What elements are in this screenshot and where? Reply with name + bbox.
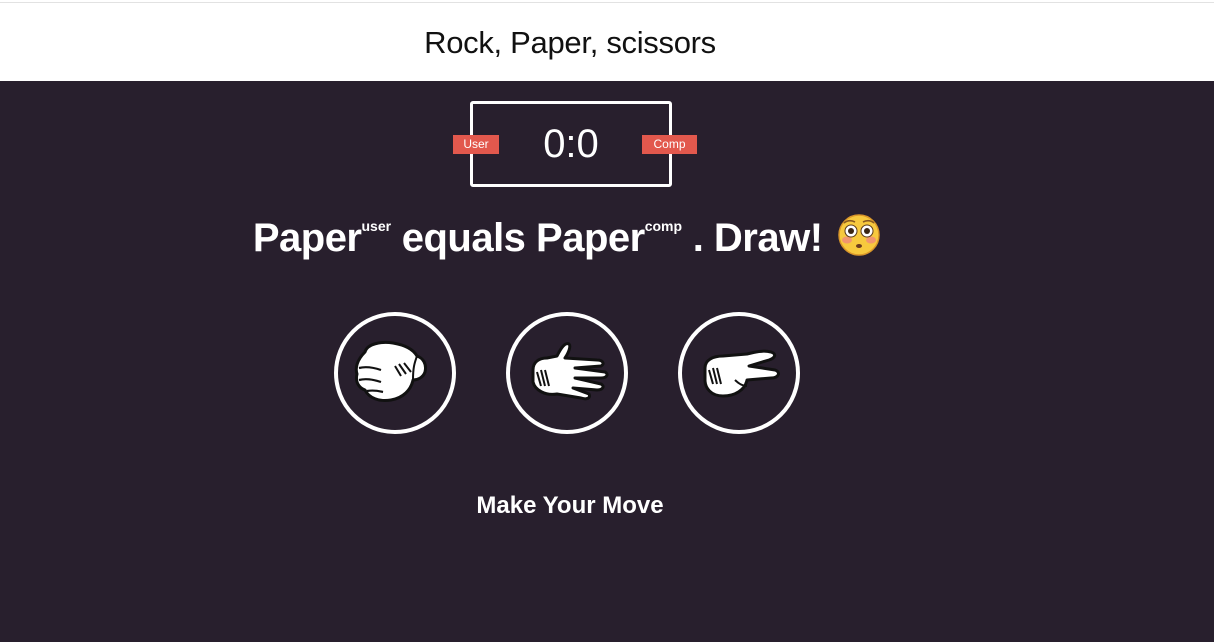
result-user-tag: user: [361, 218, 392, 234]
paper-hand-icon: [531, 342, 609, 401]
header: Rock, Paper, scissors: [0, 3, 1214, 81]
rock-button[interactable]: [334, 312, 456, 434]
user-badge: User: [453, 135, 499, 154]
page-title: Rock, Paper, scissors: [424, 25, 716, 60]
score-display: 0:0: [543, 122, 599, 166]
result-comp-choice: Paper: [536, 216, 645, 260]
flushed-face-icon: [837, 213, 881, 267]
paper-button[interactable]: [506, 312, 628, 434]
game-area: 0:0 User Comp Paperuser equals Papercomp…: [0, 81, 1214, 642]
comp-badge: Comp: [642, 135, 697, 154]
result-user-choice: Paper: [252, 216, 362, 260]
result-verb: equals: [401, 216, 526, 260]
make-move-prompt: Make Your Move: [476, 492, 664, 519]
result-message: Paperuser equals Papercomp . Draw!: [0, 213, 1134, 267]
rock-hand-icon: [354, 340, 427, 402]
scissors-hand-icon: [703, 349, 780, 398]
scoreboard: 0:0 User Comp: [453, 101, 697, 187]
scissors-button[interactable]: [678, 312, 800, 434]
result-outcome: . Draw!: [692, 216, 823, 260]
result-comp-tag: comp: [644, 218, 683, 234]
